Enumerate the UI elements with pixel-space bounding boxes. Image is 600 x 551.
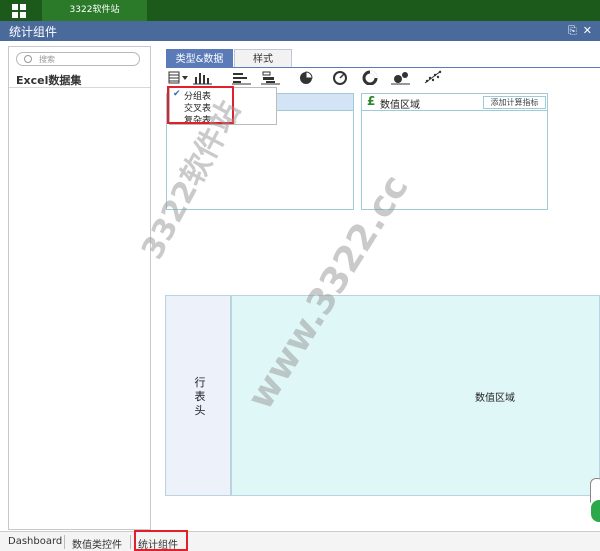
- bubble-icon[interactable]: [390, 69, 412, 85]
- measure-icon: £: [367, 94, 376, 108]
- row-header-char: 行: [194, 376, 206, 389]
- donut-icon[interactable]: [360, 69, 382, 86]
- search-placeholder: 搜索: [39, 55, 55, 64]
- divider: [130, 535, 131, 549]
- divider: [64, 535, 65, 549]
- value-area-header: £ 数值区域 添加计算指标: [362, 94, 547, 111]
- top-bar: 3322软件站: [0, 0, 600, 21]
- gauge-icon[interactable]: [330, 69, 352, 85]
- value-area-label: 数值区域: [380, 100, 420, 111]
- row-header-area[interactable]: 行 表 头: [165, 295, 231, 496]
- row-header-char: 头: [194, 404, 206, 417]
- add-metric-button[interactable]: 添加计算指标: [483, 96, 546, 109]
- bottom-tab-highlight-box: [134, 530, 188, 551]
- export-icon[interactable]: ⎘: [568, 24, 577, 37]
- dataset-panel: 搜索 Excel数据集: [8, 46, 151, 530]
- title-bar: 统计组件 ⎘ ✕: [0, 21, 600, 41]
- tabs-underline: [166, 67, 600, 68]
- row-header-char: 表: [194, 390, 206, 403]
- tab-type-data[interactable]: 类型&数据: [166, 49, 233, 68]
- divider: [9, 87, 150, 88]
- value-region-label: 数值区域: [475, 393, 515, 404]
- browser-tab[interactable]: 3322软件站: [42, 0, 147, 21]
- chart-type-toolbar: [168, 69, 458, 87]
- horizontal-bar-icon[interactable]: [231, 69, 253, 85]
- bottom-tab-dashboard[interactable]: Dashboard: [8, 536, 62, 547]
- tab-style[interactable]: 样式: [234, 49, 292, 68]
- stacked-bar-icon[interactable]: [260, 69, 282, 85]
- bar-chart-icon[interactable]: [192, 69, 214, 85]
- scatter-icon[interactable]: [423, 69, 445, 85]
- search-input[interactable]: 搜索: [16, 52, 140, 66]
- title-bar-actions: ⎘ ✕: [562, 24, 592, 38]
- search-icon: [24, 55, 32, 63]
- apps-grid-icon[interactable]: [12, 4, 26, 18]
- floating-badge[interactable]: [589, 498, 600, 524]
- close-icon[interactable]: ✕: [583, 24, 592, 37]
- table-icon[interactable]: [168, 69, 190, 85]
- pie-chart-icon[interactable]: [296, 69, 318, 85]
- dataset-item-excel[interactable]: Excel数据集: [16, 72, 81, 88]
- window-title: 统计组件: [9, 25, 58, 39]
- bottom-tab-numeric-widgets[interactable]: 数值类控件: [72, 536, 122, 551]
- bottom-tab-bar: Dashboard 数值类控件 统计组件: [0, 531, 600, 551]
